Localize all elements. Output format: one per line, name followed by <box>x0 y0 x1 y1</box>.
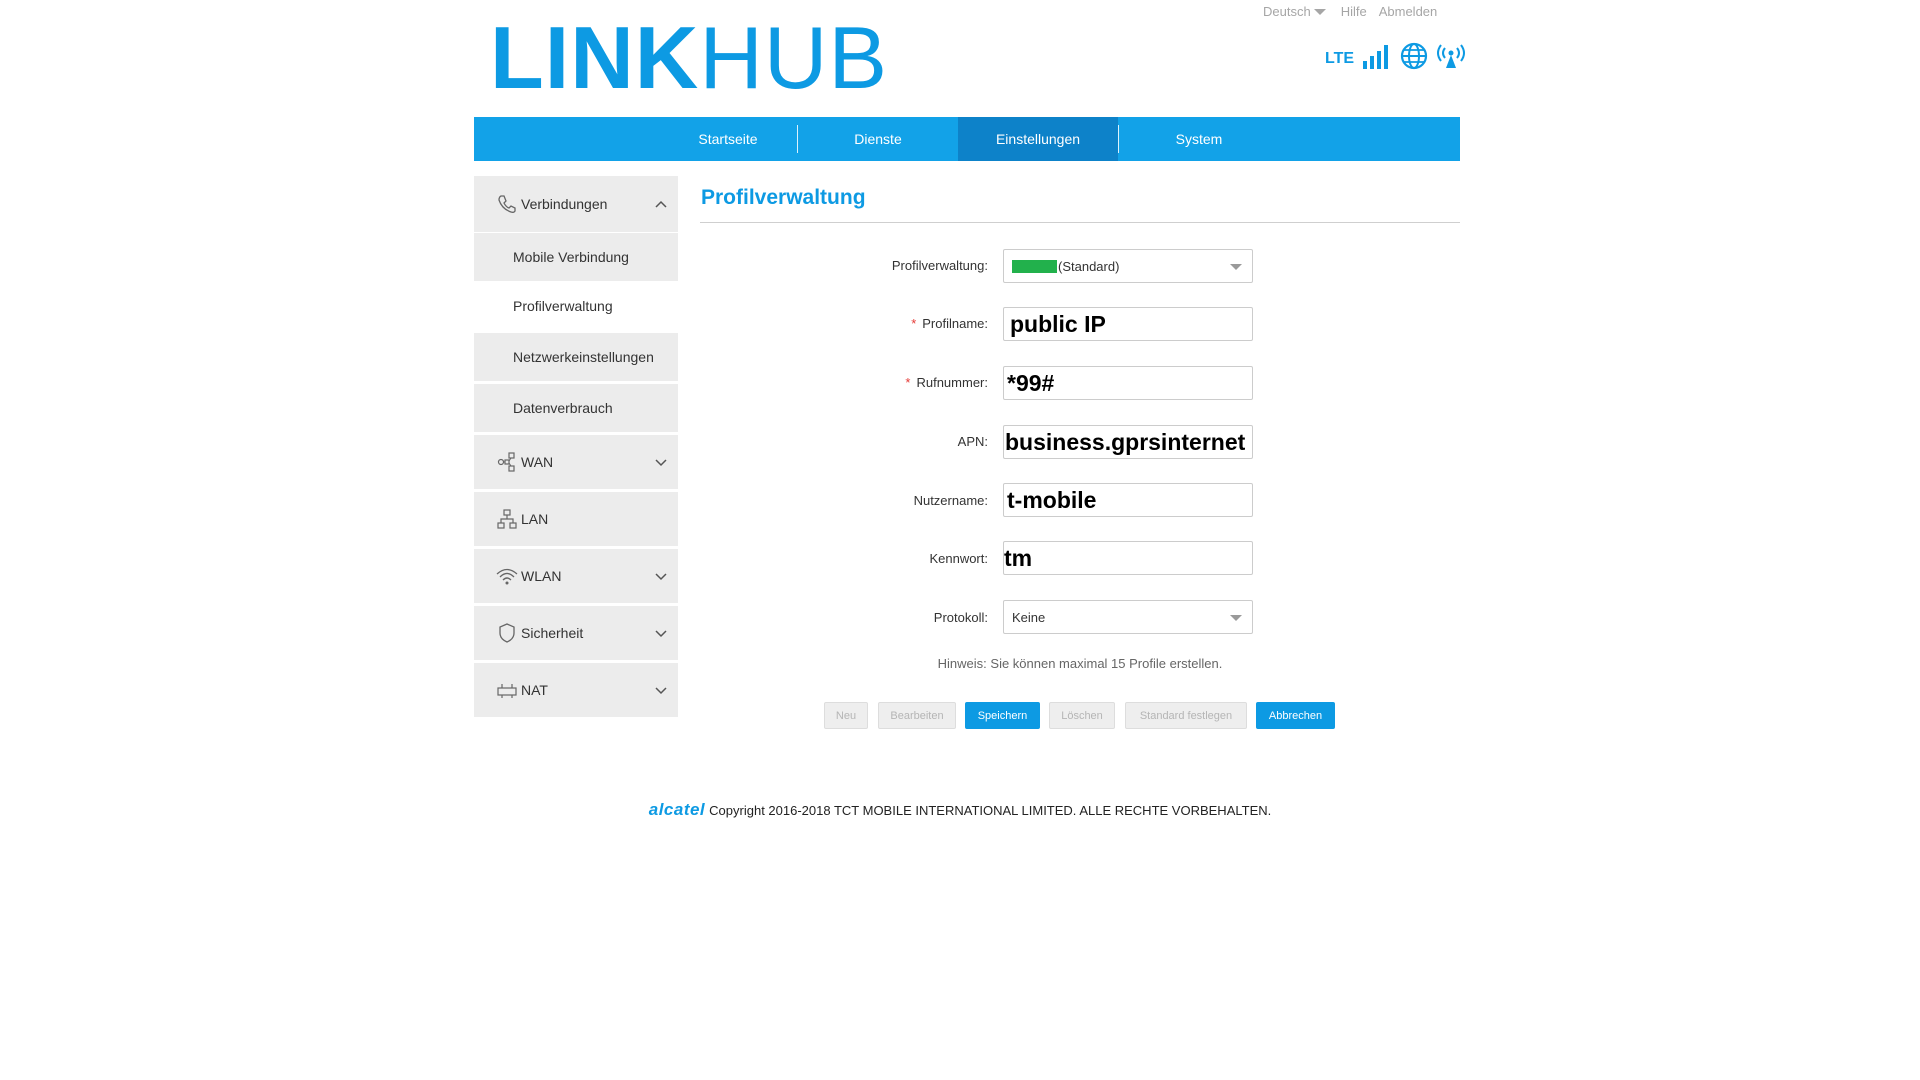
profile-select-value: (Standard) <box>1012 250 1119 284</box>
dial-number-field[interactable] <box>1003 366 1253 400</box>
chevron-down-icon <box>655 573 667 581</box>
caret-down-icon <box>1313 9 1326 16</box>
sidebar-item-label: Verbindungen <box>521 196 608 212</box>
logo-part-link: LINK <box>490 8 700 107</box>
nav-dienste[interactable]: Dienste <box>798 117 958 161</box>
copyright-text: Copyright 2016-2018 TCT MOBILE INTERNATI… <box>709 803 1272 818</box>
title-divider <box>700 222 1460 223</box>
sidebar-item-label: Profilverwaltung <box>513 298 613 314</box>
hint-text: Hinweis: Sie können maximal 15 Profile e… <box>937 656 1223 671</box>
username-input[interactable] <box>1004 484 1252 516</box>
new-button[interactable]: Neu <box>824 702 868 729</box>
apn-input[interactable] <box>1004 426 1252 458</box>
lan-network-icon <box>497 509 517 529</box>
sidebar-item-label: Netzwerkeinstellungen <box>513 349 654 365</box>
alcatel-logo: alcatel <box>648 800 706 819</box>
sidebar-item-datenverbrauch[interactable]: Datenverbrauch <box>474 384 678 432</box>
sidebar-item-verbindungen[interactable]: Verbindungen <box>474 176 678 232</box>
phone-icon <box>498 195 516 213</box>
sidebar-item-profilverwaltung[interactable]: Profilverwaltung <box>474 282 678 330</box>
protocol-select-value: Keine <box>1012 610 1046 625</box>
profile-select[interactable]: (Standard) <box>1003 249 1253 283</box>
chevron-up-icon <box>655 200 667 208</box>
profile-color-swatch <box>1012 260 1057 273</box>
logout-link[interactable]: Abmelden <box>1379 4 1438 19</box>
chevron-down-icon <box>655 687 667 695</box>
network-type-label: LTE <box>1325 50 1355 67</box>
profile-name-input[interactable] <box>1004 308 1252 340</box>
sidebar-item-label: NAT <box>521 682 548 698</box>
wifi-broadcast-icon <box>1437 44 1466 68</box>
sidebar-item-label: WLAN <box>521 568 562 584</box>
nav-system[interactable]: System <box>1119 117 1279 161</box>
sidebar-item-label: Mobile Verbindung <box>513 249 629 265</box>
apn-label: APN: <box>957 434 988 449</box>
required-marker: * <box>905 375 911 390</box>
language-selector[interactable]: Deutsch <box>1263 4 1329 19</box>
dropdown-arrow-icon <box>1230 264 1242 270</box>
nav-startseite[interactable]: Startseite <box>648 117 808 161</box>
cancel-button[interactable]: Abbrechen <box>1256 702 1335 729</box>
linkhub-logo: LINKHUB <box>490 14 888 102</box>
sidebar-item-mobile-verbindung[interactable]: Mobile Verbindung <box>474 233 678 281</box>
sidebar-item-netzwerkeinstellungen[interactable]: Netzwerkeinstellungen <box>474 333 678 381</box>
profile-name-field[interactable] <box>1003 307 1253 341</box>
profile-select-label: Profilverwaltung: <box>891 258 988 273</box>
chevron-down-icon <box>655 459 667 467</box>
save-button[interactable]: Speichern <box>965 702 1040 729</box>
globe-icon <box>1400 42 1428 70</box>
password-label: Kennwort: <box>929 551 988 566</box>
top-links: Deutsch Hilfe Abmelden <box>1263 4 1437 19</box>
delete-button[interactable]: Löschen <box>1049 702 1115 729</box>
password-field[interactable] <box>1003 541 1253 575</box>
dial-number-label-text: Rufnummer: <box>916 375 988 390</box>
chevron-down-icon <box>655 630 667 638</box>
set-default-button[interactable]: Standard festlegen <box>1125 702 1247 729</box>
profile-name-label-text: Profilname: <box>922 316 988 331</box>
apn-field[interactable] <box>1003 425 1253 459</box>
username-label: Nutzername: <box>913 493 988 508</box>
sidebar-item-label: Datenverbrauch <box>513 400 613 416</box>
username-field[interactable] <box>1003 483 1253 517</box>
page-title: Profilverwaltung <box>701 186 866 209</box>
wan-network-icon <box>497 452 515 472</box>
dial-number-input[interactable] <box>1004 367 1252 399</box>
protocol-select[interactable]: Keine <box>1003 600 1253 634</box>
signal-bars-icon <box>1363 45 1389 69</box>
sidebar-item-sicherheit[interactable]: Sicherheit <box>474 606 678 660</box>
sidebar-item-wlan[interactable]: WLAN <box>474 549 678 603</box>
sidebar-item-lan[interactable]: LAN <box>474 492 678 546</box>
sidebar-item-nat[interactable]: NAT <box>474 663 678 717</box>
nat-router-icon <box>497 684 517 698</box>
footer: alcatel Copyright 2016-2018 TCT MOBILE IN… <box>0 800 1920 820</box>
logo-part-hub: HUB <box>699 8 889 107</box>
help-link[interactable]: Hilfe <box>1341 4 1367 19</box>
shield-icon <box>499 623 515 643</box>
profile-name-label: * Profilname: <box>688 316 988 331</box>
main-nav: Startseite Dienste Einstellungen System <box>474 117 1460 161</box>
wifi-icon <box>496 568 518 585</box>
dial-number-label: * Rufnummer: <box>688 375 988 390</box>
password-input[interactable] <box>1004 542 1252 574</box>
dropdown-arrow-icon <box>1230 615 1242 621</box>
sidebar-item-label: LAN <box>521 511 549 527</box>
status-icons: LTE <box>1325 40 1466 70</box>
edit-button[interactable]: Bearbeiten <box>878 702 956 729</box>
sidebar-item-label: WAN <box>521 454 554 470</box>
protocol-label: Protokoll: <box>933 610 988 625</box>
language-label: Deutsch <box>1263 4 1311 19</box>
required-marker: * <box>911 316 917 331</box>
sidebar-item-label: Sicherheit <box>521 625 584 641</box>
sidebar-item-wan[interactable]: WAN <box>474 435 678 489</box>
profile-select-text: (Standard) <box>1058 259 1120 274</box>
nav-einstellungen[interactable]: Einstellungen <box>958 117 1118 161</box>
